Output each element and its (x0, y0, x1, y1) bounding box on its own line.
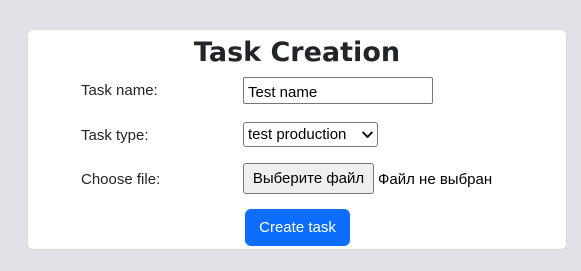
file-status-text: Файл не выбран (378, 171, 493, 188)
task-creation-card: Task Creation Task name: Task type: test… (27, 29, 567, 250)
task-name-input[interactable] (243, 77, 433, 104)
chevron-down-icon (360, 128, 374, 142)
task-type-selected-value: test production (248, 125, 347, 143)
choose-file-button[interactable]: Выберите файл (243, 163, 374, 194)
create-task-button[interactable]: Create task (245, 209, 350, 246)
task-type-label: Task type: (81, 127, 149, 144)
page-title: Task Creation (193, 37, 401, 68)
choose-file-label: Choose file: (81, 171, 161, 188)
task-name-label: Task name: (81, 82, 158, 99)
task-type-select[interactable]: test production (243, 122, 378, 147)
